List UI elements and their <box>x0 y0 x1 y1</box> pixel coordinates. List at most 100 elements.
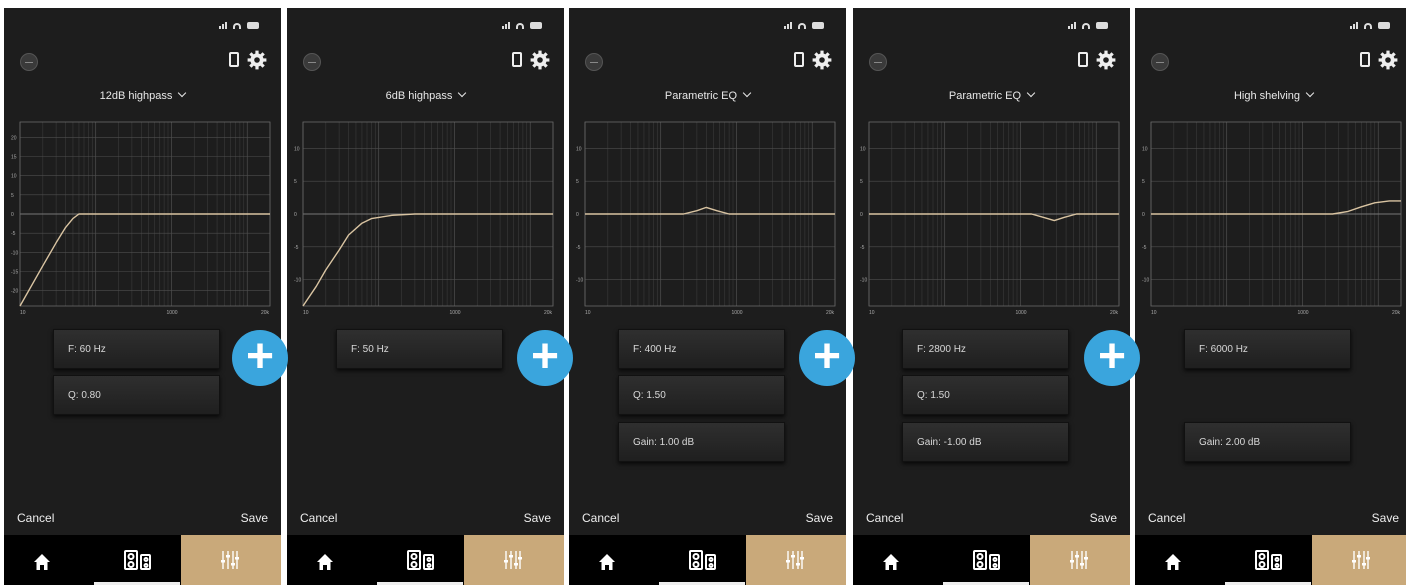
signal-icon <box>1068 22 1076 29</box>
frequency-field[interactable]: F: 6000 Hz <box>1184 329 1351 369</box>
chevron-down-icon <box>1026 88 1036 98</box>
frequency-response-chart: 20 15 10 5 0 -5 -10 -15 -20 10 1000 20k <box>10 118 276 323</box>
save-button[interactable]: Save <box>806 511 833 525</box>
x-tick-label: 10 <box>1151 310 1157 316</box>
y-tick-label: 5 <box>860 179 863 185</box>
wifi-icon <box>1082 22 1090 29</box>
add-filter-icon[interactable]: + <box>1084 330 1140 386</box>
tab-home[interactable] <box>853 535 940 585</box>
q-field[interactable]: Q: 0.80 <box>53 375 220 415</box>
home-icon <box>883 554 899 570</box>
gear-icon[interactable] <box>247 50 267 70</box>
cancel-button[interactable]: Cancel <box>17 511 54 525</box>
gain-field[interactable]: Gain: -1.00 dB <box>902 422 1069 462</box>
tab-speakers[interactable] <box>91 535 181 585</box>
tab-equalizer[interactable] <box>464 535 564 585</box>
y-tick-label: 15 <box>11 155 17 161</box>
save-button[interactable]: Save <box>524 511 551 525</box>
tab-home[interactable] <box>4 535 91 585</box>
y-tick-label: 0 <box>294 212 297 218</box>
tab-equalizer[interactable] <box>1030 535 1130 585</box>
tab-home[interactable] <box>287 535 374 585</box>
frequency-field[interactable]: F: 60 Hz <box>53 329 220 369</box>
q-field[interactable]: Q: 1.50 <box>618 375 785 415</box>
battery-icon <box>812 22 824 29</box>
battery-icon <box>530 22 542 29</box>
tab-speakers[interactable] <box>374 535 464 585</box>
add-filter-icon[interactable]: + <box>232 330 288 386</box>
filter-type-dropdown[interactable]: 6dB highpass <box>287 88 564 102</box>
save-button[interactable]: Save <box>1372 511 1399 525</box>
speaker-icon <box>973 550 987 570</box>
y-tick-label: -10 <box>294 278 301 284</box>
frequency-field[interactable]: F: 50 Hz <box>336 329 503 369</box>
filter-type-dropdown[interactable]: Parametric EQ <box>853 88 1130 102</box>
filter-type-dropdown[interactable]: 12dB highpass <box>4 88 281 102</box>
cancel-button[interactable]: Cancel <box>1148 511 1185 525</box>
add-filter-icon[interactable]: + <box>799 330 855 386</box>
device-icon[interactable] <box>1360 52 1370 67</box>
gear-icon[interactable] <box>1378 50 1398 70</box>
save-button[interactable]: Save <box>241 511 268 525</box>
brand-logo-icon <box>303 53 321 71</box>
x-tick-label: 1000 <box>449 310 460 316</box>
y-tick-label: 0 <box>576 212 579 218</box>
filter-type-dropdown[interactable]: Parametric EQ <box>569 88 846 102</box>
battery-icon <box>247 22 259 29</box>
gear-icon[interactable] <box>530 50 550 70</box>
tab-home[interactable] <box>569 535 656 585</box>
filter-type-label: Parametric EQ <box>948 90 1022 102</box>
frequency-field[interactable]: F: 400 Hz <box>618 329 785 369</box>
y-tick-label: -10 <box>860 278 867 284</box>
device-icon[interactable] <box>794 52 804 67</box>
y-tick-label: -5 <box>860 245 865 251</box>
tab-equalizer[interactable] <box>1312 535 1406 585</box>
device-icon[interactable] <box>229 52 239 67</box>
signal-icon <box>219 22 227 29</box>
phone-screen: 12dB highpass 20 15 10 5 0 -5 -10 -15 -20 10 1000 20… <box>4 8 281 585</box>
frequency-field[interactable]: F: 2800 Hz <box>902 329 1069 369</box>
x-tick-label: 10 <box>303 310 309 316</box>
cancel-button[interactable]: Cancel <box>866 511 903 525</box>
phone-screen: 6dB highpass 10 5 0 -5 -10 10 1000 20k F: 50 Hz Ca… <box>287 8 564 585</box>
frequency-response-chart: 10 5 0 -5 -10 10 1000 20k <box>1141 118 1406 323</box>
tab-bar <box>1135 535 1406 585</box>
tab-bar <box>569 535 846 585</box>
signal-icon <box>502 22 510 29</box>
gear-icon[interactable] <box>1096 50 1116 70</box>
brand-logo-icon <box>585 53 603 71</box>
tab-equalizer[interactable] <box>181 535 281 585</box>
y-tick-label: -5 <box>1142 245 1147 251</box>
brand-logo-icon <box>20 53 38 71</box>
filter-type-dropdown[interactable]: High shelving <box>1135 88 1406 102</box>
y-tick-label: -10 <box>1142 278 1149 284</box>
cancel-button[interactable]: Cancel <box>300 511 337 525</box>
device-icon[interactable] <box>512 52 522 67</box>
y-tick-label: 5 <box>576 179 579 185</box>
tab-home[interactable] <box>1135 535 1222 585</box>
y-tick-label: 10 <box>294 146 300 152</box>
gain-field[interactable]: Gain: 1.00 dB <box>618 422 785 462</box>
gear-icon[interactable] <box>812 50 832 70</box>
status-bar <box>219 22 259 29</box>
tab-speakers[interactable] <box>1222 535 1312 585</box>
device-icon[interactable] <box>1078 52 1088 67</box>
y-tick-label: -20 <box>11 289 18 295</box>
tab-speakers[interactable] <box>940 535 1030 585</box>
cancel-button[interactable]: Cancel <box>582 511 619 525</box>
battery-icon <box>1096 22 1108 29</box>
tab-equalizer[interactable] <box>746 535 846 585</box>
add-filter-icon[interactable]: + <box>517 330 573 386</box>
battery-icon <box>1378 22 1390 29</box>
q-field[interactable]: Q: 1.50 <box>902 375 1069 415</box>
save-button[interactable]: Save <box>1090 511 1117 525</box>
x-tick-label: 20k <box>826 310 835 316</box>
x-tick-label: 20k <box>1392 310 1401 316</box>
gain-field[interactable]: Gain: 2.00 dB <box>1184 422 1351 462</box>
y-tick-label: -5 <box>11 231 16 237</box>
tab-speakers[interactable] <box>656 535 746 585</box>
filter-type-label: 6dB highpass <box>385 90 453 102</box>
x-tick-label: 20k <box>1110 310 1119 316</box>
wifi-icon <box>798 22 806 29</box>
y-tick-label: -10 <box>576 278 583 284</box>
